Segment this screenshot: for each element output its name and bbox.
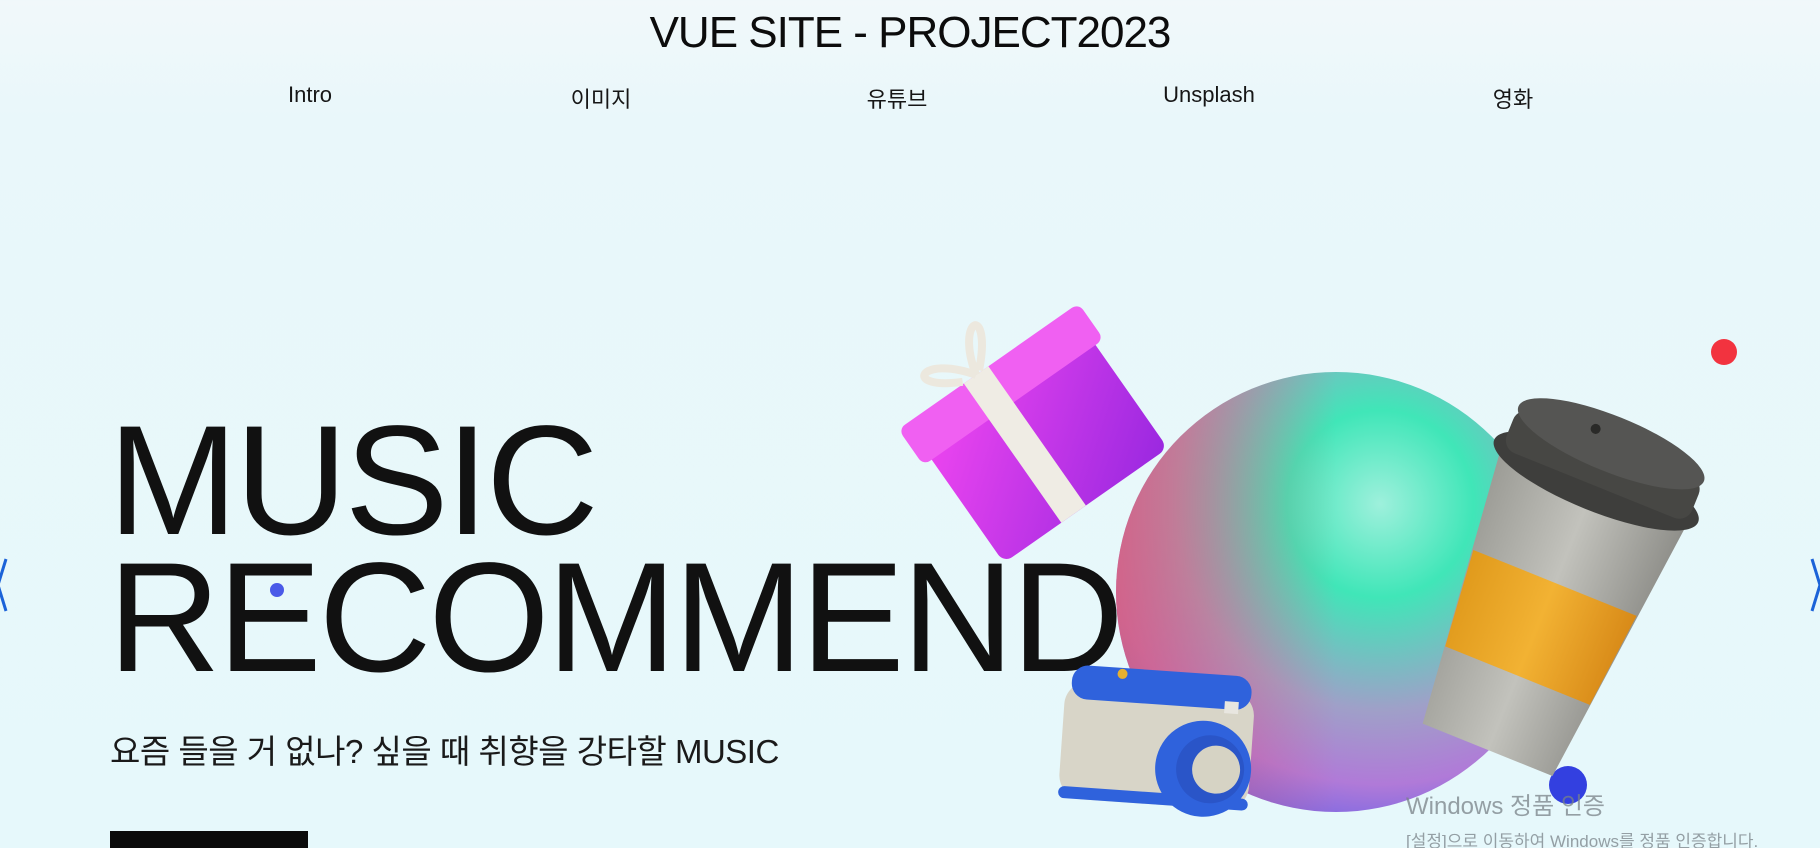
watermark-title: Windows 정품 인증 — [1406, 793, 1606, 820]
camera-icon — [1058, 665, 1254, 817]
hero-illustration — [901, 306, 1705, 817]
watermark-subtitle: [설정]으로 이동하여 Windows를 정품 인증합니다. — [1406, 832, 1759, 848]
windows-activation-watermark: Windows 정품 인증 [설정]으로 이동하여 Windows를 정품 인증… — [1406, 786, 1758, 848]
